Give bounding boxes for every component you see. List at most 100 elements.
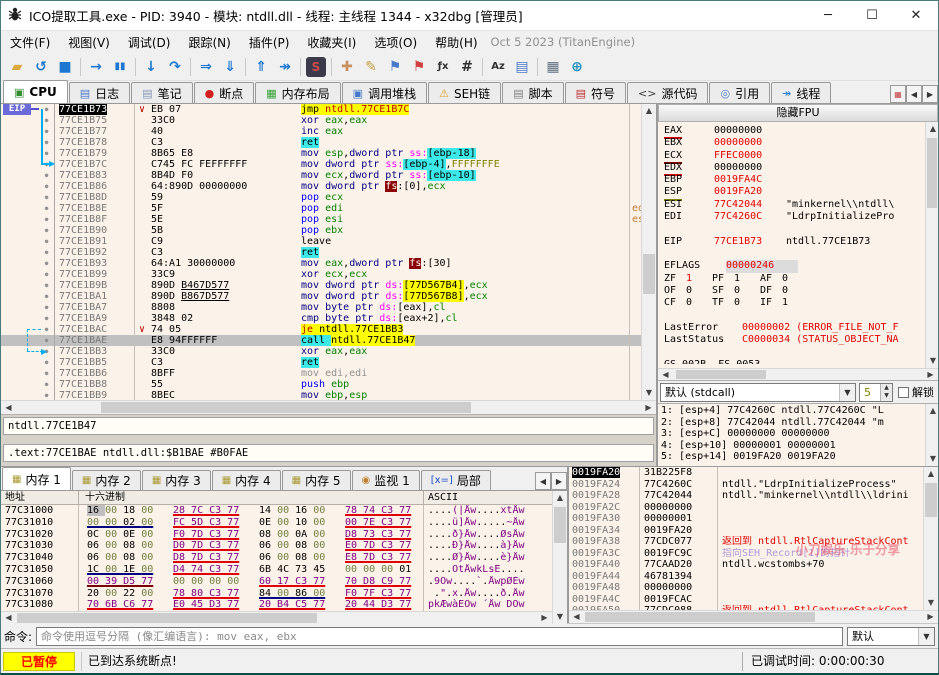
disasm-row[interactable]: ● 77CE1BAC ∨ 74 05 je ntdll.77CE1BB3 [1, 324, 656, 335]
scroll-thumb[interactable] [101, 402, 471, 413]
run-icon[interactable]: → [84, 56, 108, 78]
register-row[interactable]: EIP 77CE1B73 ntdll.77CE1B73 [658, 236, 925, 248]
dump-row[interactable]: 77C31080 70 6B C6 77 E0 45 D3 77 20 B4 C5 7… [1, 599, 552, 612]
scroll-thumb[interactable] [554, 507, 566, 543]
stack-row[interactable]: 0019FA34 0019FA20 [569, 524, 923, 536]
menu-item[interactable]: 跟踪(N) [179, 32, 239, 53]
scroll-up-arrow[interactable]: ▲ [553, 491, 567, 505]
breakpoint-dot[interactable]: ● [39, 192, 55, 203]
disasm-row[interactable]: ● 77CE1B8F 5E pop esiesi [1, 214, 656, 225]
register-row[interactable]: LastError 00000002 (ERROR_FILE_NOT_F [658, 322, 925, 334]
stack-row[interactable]: 0019FA48 00000000 [569, 582, 923, 594]
scroll-right-arrow[interactable]: ▶ [923, 369, 938, 380]
trace-over-icon[interactable]: ⇓ [218, 56, 242, 78]
disasm-row[interactable]: ● 77CE1B8E 5F pop ediedi [1, 203, 656, 214]
disasm-row[interactable]: ● 77CE1BB5 C3 ret [1, 357, 656, 368]
tab-scroll-right-icon[interactable]: ▶ [551, 472, 567, 490]
breakpoint-dot[interactable]: ● [39, 291, 55, 302]
step-into-icon[interactable]: ↓ [139, 56, 163, 78]
disasm-hscrollbar[interactable]: ◀ ▶ [1, 400, 656, 414]
disasm-row[interactable]: ● 77CE1B7C C745 FC FEFFFFFF mov dword ptr s… [1, 159, 656, 170]
breakpoint-dot[interactable]: ● [39, 390, 55, 400]
register-row[interactable]: LastStatus C0000034 (STATUS_OBJECT_NA [658, 334, 925, 346]
disasm-row[interactable]: ● 77CE1B73 ∨ EB 07 jmp ntdll.77CE1B7C [1, 104, 656, 115]
argument-row[interactable]: 5: [esp+14] 0019FA20 0019FA20 [658, 451, 925, 463]
arguments-vscrollbar[interactable]: ▲ ▼ [925, 404, 938, 466]
scroll-thumb[interactable] [585, 612, 815, 622]
register-row[interactable]: CF 0 TF 0 IF 1 [658, 297, 925, 309]
disasm-row[interactable]: ● 77CE1B92 C3 ret [1, 247, 656, 258]
dump-row[interactable]: 77C31030 06 00 08 00 D0 7D C3 77 06 00 08 0… [1, 540, 552, 553]
dump-row[interactable]: 77C31040 06 00 08 00 D8 7D C3 77 06 00 08 0… [1, 552, 552, 564]
register-row[interactable]: EBX 00000000 [658, 137, 925, 149]
dump-row[interactable]: 77C31070 20 00 22 00 78 80 C3 77 84 00 86 0… [1, 587, 552, 600]
breakpoint-dot[interactable]: ● [39, 258, 55, 269]
strings-icon[interactable]: Az [486, 56, 510, 78]
dump-tab-内存 3[interactable]: ▦ 内存 3 [141, 470, 211, 490]
breakpoint-dot[interactable]: ● [39, 126, 55, 137]
breakpoint-dot[interactable]: ● [39, 181, 55, 192]
execute-till-return-icon[interactable]: ⇑ [249, 56, 273, 78]
command-input[interactable] [36, 626, 843, 646]
disasm-row[interactable]: ● 77CE1BB6 8BFF mov edi,edi [1, 368, 656, 379]
scroll-down-arrow[interactable]: ▼ [553, 610, 567, 624]
calling-convention-dropdown[interactable]: 默认 (stdcall) ▼ [660, 382, 856, 402]
menu-item[interactable]: 视图(V) [59, 32, 119, 53]
hash-icon[interactable]: # [455, 56, 479, 78]
chevron-down-icon[interactable]: ▼ [918, 627, 934, 645]
tab-scroll-right-icon[interactable]: ▶ [922, 85, 938, 103]
dump-row[interactable]: 77C31050 1C 00 1E 00 D4 74 C3 77 6B 4C 73 4… [1, 563, 552, 576]
minimize-button[interactable]: ─ [806, 1, 850, 30]
register-row[interactable]: OF 0 SF 0 DF 0 [658, 285, 925, 297]
scroll-thumb[interactable] [643, 254, 655, 294]
scroll-up-arrow[interactable]: ▲ [926, 122, 939, 136]
tab-SEH链[interactable]: ⚠ SEH链 [428, 82, 502, 103]
breakpoint-dot[interactable]: ● [39, 269, 55, 280]
tab-scroll-left-icon[interactable]: ◀ [906, 85, 922, 103]
maximize-button[interactable]: ☐ [850, 1, 894, 30]
scroll-thumb[interactable] [676, 370, 766, 379]
scroll-left-arrow[interactable]: ◀ [569, 611, 584, 623]
spinner-buttons[interactable]: ▲ ▼ [880, 383, 892, 401]
scroll-down-arrow[interactable]: ▼ [926, 452, 939, 466]
scroll-left-arrow[interactable]: ◀ [658, 369, 673, 380]
scroll-thumb[interactable] [17, 613, 317, 624]
breakpoint-dot[interactable]: ● [39, 335, 55, 346]
tab-日志[interactable]: ▤ 日志 [68, 82, 131, 103]
disasm-row[interactable]: ● 77CE1B90 5B pop ebx [1, 225, 656, 236]
disasm-row[interactable]: ● 77CE1B99 33C9 xor ecx,ecx [1, 269, 656, 280]
stack-row[interactable]: 0019FA38 77CDC077 返回到 ntdll.RtlCaptureStac… [569, 536, 923, 548]
breakpoint-dot[interactable]: ● [39, 137, 55, 148]
calculator-icon[interactable]: ▦ [541, 56, 565, 78]
tab-调用堆栈[interactable]: ▣ 调用堆栈 [341, 82, 428, 103]
breakpoint-dot[interactable]: ● [39, 148, 55, 159]
disasm-row[interactable]: ● 77CE1B75 33C0 xor eax,eax [1, 115, 656, 126]
registers-hscrollbar[interactable]: ◀ ▶ [658, 368, 938, 380]
tab-CPU[interactable]: ▣ CPU [3, 80, 68, 103]
disasm-row[interactable]: ● 77CE1B77 40 inc eax [1, 126, 656, 137]
disasm-row[interactable]: ● 77CE1BB8 55 push ebp [1, 379, 656, 390]
argument-row[interactable]: 4: [esp+10] 00000001 00000001 [658, 440, 925, 452]
dump-tab-内存 4[interactable]: ▦ 内存 4 [211, 470, 281, 490]
arg-count-spinner[interactable]: 5 ▲ ▼ [859, 382, 893, 402]
register-row[interactable]: ECX FFEC0000 [658, 150, 925, 164]
trace-tab-icon[interactable]: ▦ [890, 85, 906, 103]
argument-row[interactable]: 2: [esp+8] 77C42044 ntdll.77C42044 "m [658, 417, 925, 429]
restart-icon[interactable]: ↺ [29, 56, 53, 78]
disasm-row[interactable]: ● 77CE1BB9 8BEC mov ebp,esp [1, 390, 656, 400]
disasm-row[interactable]: ● 77CE1BA1 890D B867D577 mov dword ptr ds:[… [1, 291, 656, 302]
trace-into-icon[interactable]: ⇒ [194, 56, 218, 78]
dump-hscrollbar[interactable]: ◀ ▶ [1, 611, 552, 625]
disasm-row[interactable]: ● 77CE1BA9 3848 02 cmp byte ptr ds:[eax+2],… [1, 313, 656, 324]
modules-icon[interactable]: ▤ [510, 56, 534, 78]
register-row[interactable]: ESI 77C42044 "minkernel\\ntdll\ [658, 199, 925, 211]
breakpoint-dot[interactable]: ● [39, 368, 55, 379]
hide-fpu-button[interactable]: 隐藏FPU [658, 104, 938, 122]
stack-row[interactable]: 0019FA20 31B225F8 [569, 467, 923, 479]
open-file-icon[interactable]: ▰ [5, 56, 29, 78]
disasm-row[interactable]: ● 77CE1B86 64:890D 00000000 mov dword ptr f… [1, 181, 656, 192]
dump-row[interactable]: 77C31000 16 00 18 00 28 7C C3 77 14 00 16 0… [1, 505, 552, 517]
dump-row[interactable]: 77C31010 00 00 02 00 FC 5D C3 77 0E 00 10 0… [1, 516, 552, 529]
scroll-up-arrow[interactable]: ▲ [642, 104, 656, 118]
dump-tab-监视 1[interactable]: ◉ 监视 1 [351, 470, 420, 490]
